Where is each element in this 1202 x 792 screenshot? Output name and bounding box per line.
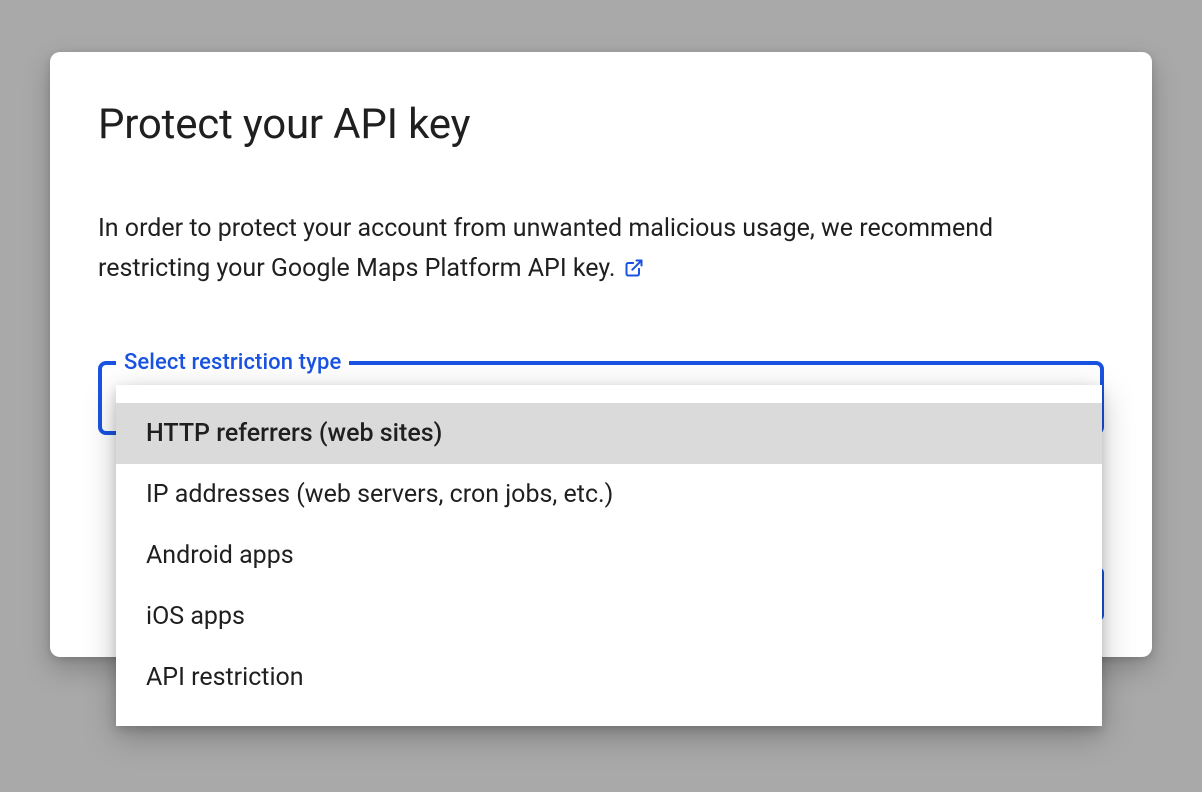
external-link-icon[interactable] — [624, 251, 644, 291]
dropdown-option-ip-addresses[interactable]: IP addresses (web servers, cron jobs, et… — [116, 464, 1102, 525]
dialog-title: Protect your API key — [98, 100, 1104, 149]
dialog-body-text: In order to protect your account from un… — [98, 214, 993, 283]
dropdown-option-ios-apps[interactable]: iOS apps — [116, 586, 1102, 647]
dropdown-option-android-apps[interactable]: Android apps — [116, 525, 1102, 586]
dropdown-option-http-referrers[interactable]: HTTP referrers (web sites) — [116, 403, 1102, 464]
restriction-type-dropdown: HTTP referrers (web sites) IP addresses … — [116, 385, 1102, 726]
dropdown-option-api-restriction[interactable]: API restriction — [116, 647, 1102, 708]
restriction-type-select-label: Select restriction type — [116, 350, 349, 375]
dialog-body: In order to protect your account from un… — [98, 209, 1104, 291]
